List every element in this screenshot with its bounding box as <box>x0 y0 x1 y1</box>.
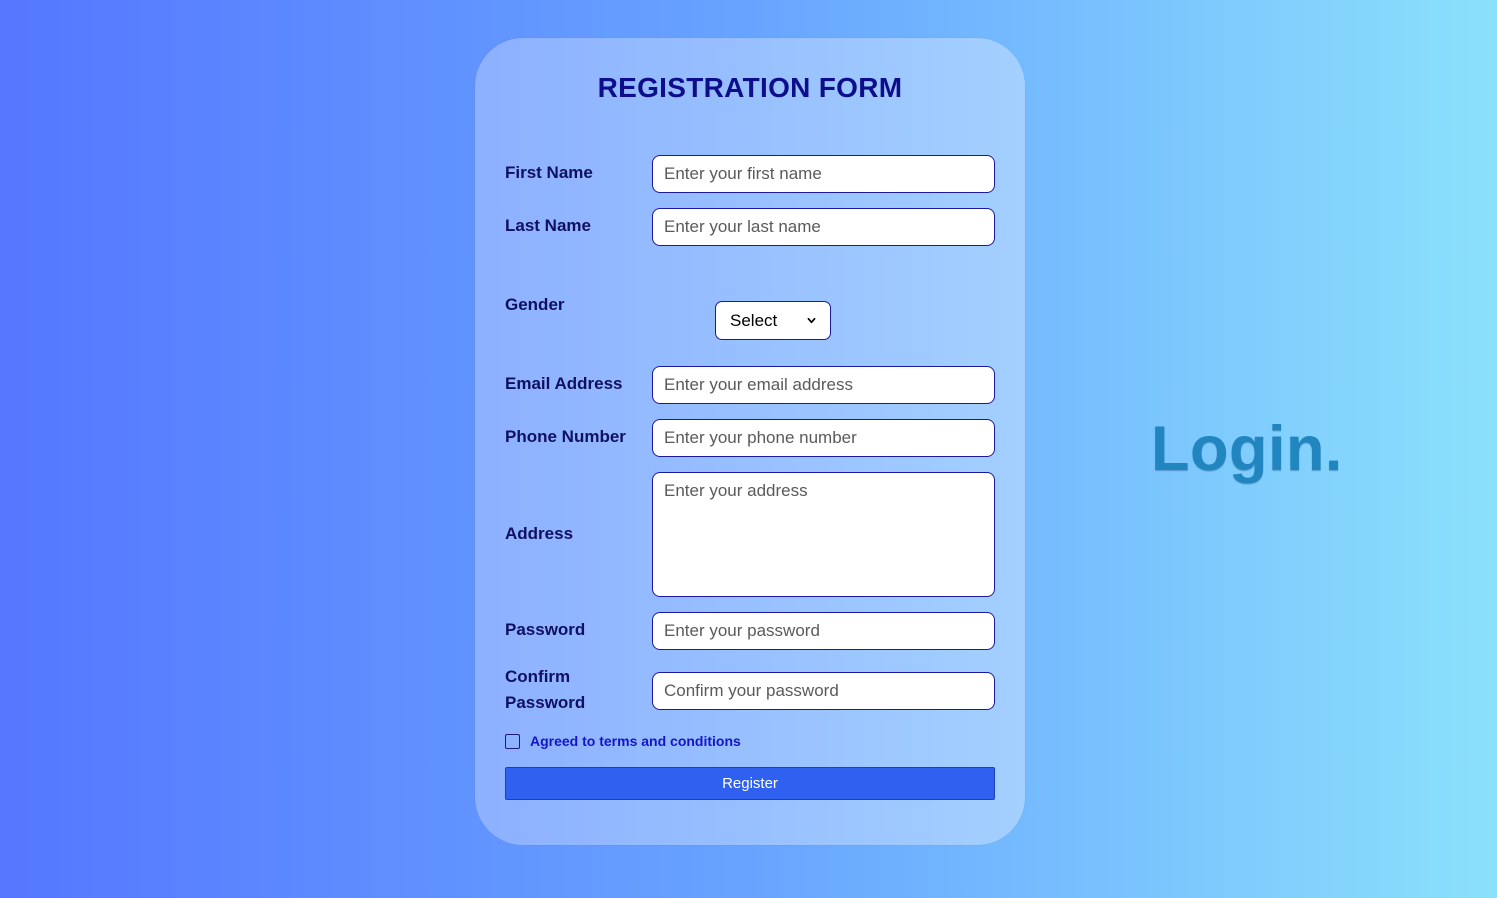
gender-label: Gender <box>505 295 565 314</box>
terms-row: Agreed to terms and conditions <box>505 733 741 749</box>
login-heading: Login. <box>1151 414 1343 484</box>
confirm-password-label-line2: Password <box>505 693 586 712</box>
first-name-label: First Name <box>505 163 593 182</box>
confirm-password-input[interactable] <box>652 672 995 710</box>
gender-select-value: Select <box>730 310 778 330</box>
phone-label: Phone Number <box>505 427 626 446</box>
first-name-input[interactable] <box>652 155 995 193</box>
confirm-password-label-line1: Confirm <box>505 667 571 686</box>
last-name-input[interactable] <box>652 208 995 246</box>
phone-input[interactable] <box>652 419 995 457</box>
password-label: Password <box>505 620 586 639</box>
register-button[interactable]: Register <box>505 767 995 800</box>
address-textarea[interactable] <box>652 472 995 597</box>
email-label: Email Address <box>505 374 623 393</box>
form-title: REGISTRATION FORM <box>597 72 903 103</box>
registration-card: REGISTRATION FORM First Name Last Name G… <box>475 38 1025 845</box>
gender-select[interactable]: Select <box>715 301 831 340</box>
chevron-down-icon <box>807 317 816 324</box>
password-input[interactable] <box>652 612 995 650</box>
address-label: Address <box>505 524 574 543</box>
terms-checkbox[interactable] <box>505 733 520 749</box>
email-input[interactable] <box>652 366 995 404</box>
last-name-label: Last Name <box>505 216 591 235</box>
terms-label[interactable]: Agreed to terms and conditions <box>530 733 741 749</box>
